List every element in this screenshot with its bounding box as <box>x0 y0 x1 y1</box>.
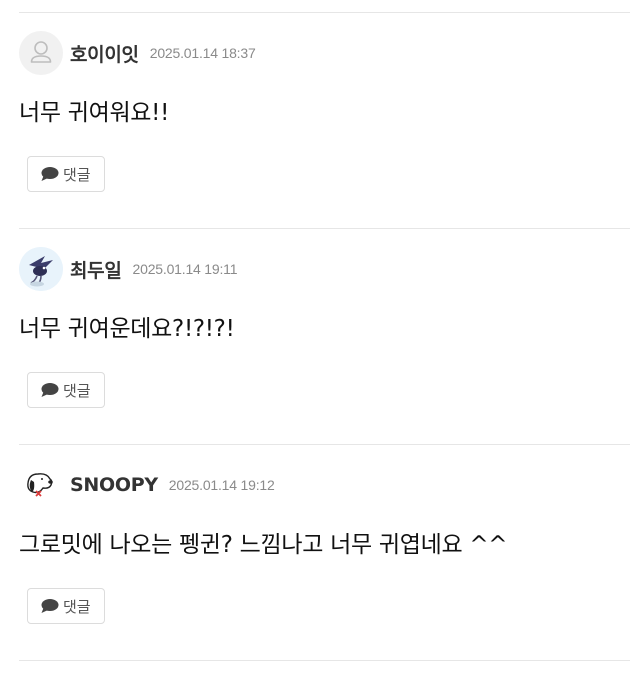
reply-button-label: 댓글 <box>63 165 91 184</box>
avatar[interactable] <box>19 463 63 507</box>
comment-item: 최두일 2025.01.14 19:11 너무 귀여운데요?!?!?! 댓글 <box>19 229 630 445</box>
comment-timestamp: 2025.01.14 19:11 <box>132 261 238 277</box>
speech-bubble-icon <box>41 167 59 181</box>
avatar[interactable] <box>19 31 63 75</box>
default-user-icon <box>30 41 52 63</box>
comment-text: 너무 귀여운데요?!?!?! <box>19 316 235 342</box>
reply-button[interactable]: 댓글 <box>27 372 105 408</box>
reply-button-label: 댓글 <box>63 381 91 400</box>
nickname[interactable]: 호이이잇 <box>70 40 139 67</box>
speech-bubble-icon <box>41 599 59 613</box>
avatar[interactable] <box>19 247 63 291</box>
reply-button[interactable]: 댓글 <box>27 156 105 192</box>
reply-button[interactable]: 댓글 <box>27 588 105 624</box>
snoopy-avatar-icon <box>19 463 63 507</box>
bird-avatar-icon <box>19 247 63 291</box>
comment-item: SNOOPY 2025.01.14 19:12 그로밋에 나오는 펭귄? 느낌나… <box>19 445 630 661</box>
comment-text: 너무 귀여워요!! <box>19 100 170 126</box>
reply-button-label: 댓글 <box>63 597 91 616</box>
comment-header: SNOOPY 2025.01.14 19:12 <box>19 463 275 507</box>
comment-timestamp: 2025.01.14 19:12 <box>168 477 275 493</box>
speech-bubble-icon <box>41 383 59 397</box>
comment-list: 호이이잇 2025.01.14 18:37 너무 귀여워요!! 댓글 최두일 2… <box>19 12 630 661</box>
comment-header: 최두일 2025.01.14 19:11 <box>19 247 238 291</box>
comment-timestamp: 2025.01.14 18:37 <box>149 45 256 61</box>
comment-text: 그로밋에 나오는 펭귄? 느낌나고 너무 귀엽네요 ^^ <box>19 532 508 558</box>
nickname[interactable]: 최두일 <box>70 256 122 283</box>
comment-item: 호이이잇 2025.01.14 18:37 너무 귀여워요!! 댓글 <box>19 13 630 229</box>
nickname[interactable]: SNOOPY <box>70 474 158 496</box>
comment-header: 호이이잇 2025.01.14 18:37 <box>19 31 256 75</box>
